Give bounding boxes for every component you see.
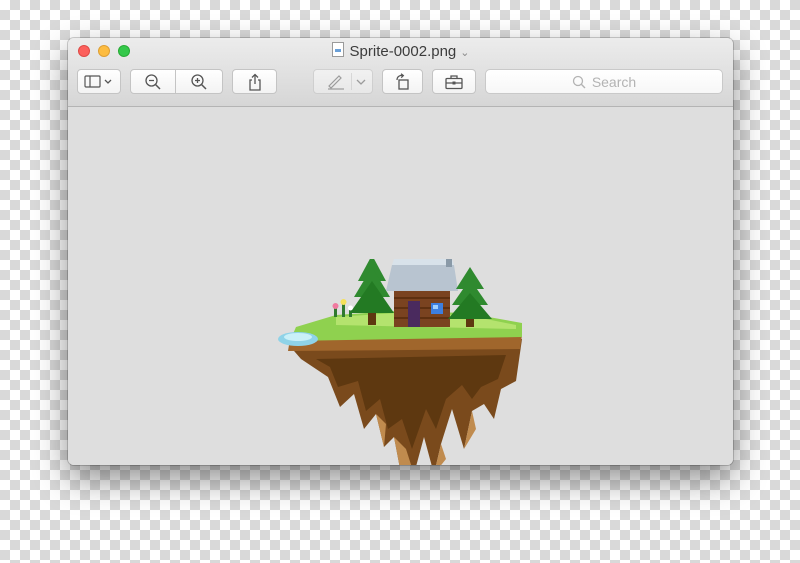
zoom-out-icon bbox=[145, 73, 161, 90]
zoom-in-button[interactable] bbox=[176, 69, 223, 94]
search-field[interactable]: Search bbox=[485, 69, 723, 94]
rotate-left-icon bbox=[395, 72, 409, 90]
toolbox-button[interactable] bbox=[432, 69, 476, 94]
share-button[interactable] bbox=[232, 69, 277, 94]
chevron-down-icon[interactable]: ⌄ bbox=[460, 47, 469, 59]
image-canvas[interactable] bbox=[68, 107, 733, 465]
window-title-text: Sprite-0002.png bbox=[349, 43, 457, 60]
window-title[interactable]: Sprite-0002.png ⌄ bbox=[68, 42, 733, 62]
chevron-down-icon bbox=[356, 79, 366, 85]
search-icon bbox=[572, 75, 586, 88]
preview-window: Sprite-0002.png ⌄ Search bbox=[68, 38, 733, 465]
sidebar-toggle-button[interactable] bbox=[77, 69, 121, 94]
sidebar-icon bbox=[84, 74, 112, 88]
toolbox-icon bbox=[445, 74, 463, 89]
zoom-out-button[interactable] bbox=[130, 69, 176, 94]
share-icon bbox=[248, 73, 261, 91]
search-placeholder: Search bbox=[591, 73, 637, 90]
markup-button[interactable] bbox=[313, 69, 373, 94]
zoom-in-icon bbox=[191, 73, 207, 90]
document-icon bbox=[331, 42, 344, 57]
floating-island-sprite bbox=[278, 259, 522, 465]
title-bar[interactable]: Sprite-0002.png ⌄ Search bbox=[68, 38, 733, 107]
rotate-button[interactable] bbox=[382, 69, 423, 94]
pen-icon bbox=[328, 74, 344, 90]
